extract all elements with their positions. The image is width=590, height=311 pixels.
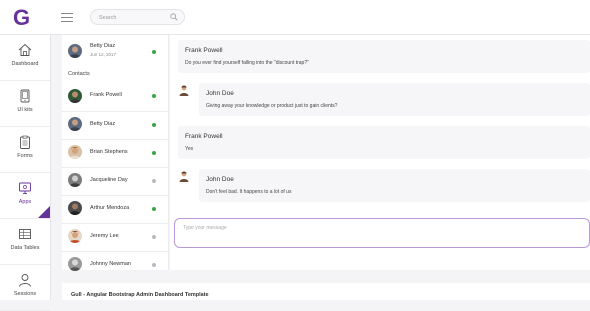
footer-text: Gull - Angular Bootstrap Admin Dashboard… — [71, 292, 209, 298]
search-input[interactable] — [97, 12, 171, 24]
user-date: Jun 12, 2017 — [90, 52, 117, 57]
sidebar-item-apps[interactable]: Apps — [0, 173, 50, 219]
offline-status-dot — [152, 263, 156, 267]
message-text: Giving away your knowledge or product ju… — [206, 103, 338, 109]
sidebar: Dashboard UI kits Forms Apps Data Tables… — [0, 35, 51, 311]
offline-status-dot — [152, 179, 156, 183]
online-status-dot — [152, 94, 156, 98]
contact-item[interactable]: Betty Diaz — [62, 112, 168, 140]
user-icon — [19, 274, 31, 287]
sidebar-item-label: Forms — [17, 153, 33, 159]
logo[interactable]: G — [13, 5, 30, 31]
contact-name: Arthur Mendoza — [90, 205, 130, 211]
message-outgoing: John Doe Giving away your knowledge or p… — [199, 83, 590, 116]
avatar — [68, 173, 82, 187]
computer-icon — [19, 182, 31, 194]
avatar — [68, 117, 82, 131]
avatar — [179, 85, 189, 96]
contact-name: Jacqueline Day — [90, 177, 128, 183]
message-input[interactable] — [181, 222, 485, 234]
contacts-heading: Contacts — [68, 71, 90, 77]
search-icon[interactable] — [170, 13, 178, 21]
message-sender: Frank Powell — [185, 133, 223, 140]
contact-item[interactable]: Arthur Mendoza — [62, 196, 168, 224]
user-name: Betty Diaz — [90, 43, 116, 49]
phone-icon — [20, 89, 30, 103]
online-status-dot — [152, 50, 156, 54]
sidebar-item-label: Apps — [18, 199, 32, 205]
message-sender: John Doe — [206, 176, 234, 183]
contact-item[interactable]: Frank Powell — [62, 83, 168, 111]
sidebar-item-data-tables[interactable]: Data Tables — [0, 219, 50, 265]
avatar — [68, 257, 82, 271]
online-status-dot — [152, 151, 156, 155]
sidebar-item-sessions[interactable]: Sessions — [0, 265, 50, 311]
clipboard-icon — [20, 135, 30, 149]
contact-item[interactable]: Johnny Newman — [62, 252, 168, 280]
contact-name: Johnny Newman — [90, 261, 131, 267]
avatar — [68, 201, 82, 215]
sidebar-item-label: UI kits — [17, 107, 33, 113]
contact-name: Frank Powell — [90, 92, 122, 98]
message-text: Do you ever find yourself falling into t… — [185, 60, 309, 66]
avatar — [68, 44, 82, 58]
avatar — [179, 171, 189, 182]
table-icon — [19, 229, 31, 239]
contact-name: Jeremy Lee — [90, 233, 119, 239]
message-sender: John Doe — [206, 90, 234, 97]
home-icon — [18, 43, 32, 56]
sidebar-item-forms[interactable]: Forms — [0, 127, 50, 173]
sidebar-item-label: Sessions — [13, 291, 37, 297]
sidebar-item-ui-kits[interactable]: UI kits — [0, 81, 50, 127]
message-text: Yes — [185, 146, 194, 152]
contacts-panel: Betty Diaz Jun 12, 2017 Contacts Frank P… — [62, 35, 169, 271]
avatar — [68, 145, 82, 159]
message-composer[interactable] — [174, 218, 590, 248]
contact-name: Brian Stephens — [90, 149, 128, 155]
menu-toggle-icon[interactable] — [61, 13, 73, 22]
online-status-dot — [152, 123, 156, 127]
message-text: Don't feel bad. It happens to a lot of u… — [206, 189, 292, 195]
avatar — [68, 229, 82, 243]
message-sender: Frank Powell — [185, 47, 223, 54]
contact-item[interactable]: Jacqueline Day — [62, 168, 168, 196]
sidebar-item-dashboard[interactable]: Dashboard — [0, 35, 50, 81]
contact-item[interactable]: Jeremy Lee — [62, 224, 168, 252]
message-incoming: Frank Powell Yes — [178, 126, 590, 159]
sidebar-item-label: Dashboard — [11, 61, 39, 67]
offline-status-dot — [152, 235, 156, 239]
contact-name: Betty Diaz — [90, 121, 116, 127]
online-status-dot — [152, 207, 156, 211]
search-box[interactable] — [90, 9, 185, 25]
message-outgoing: John Doe Don't feel bad. It happens to a… — [199, 169, 590, 202]
avatar — [68, 89, 82, 103]
current-chat-user[interactable]: Betty Diaz Jun 12, 2017 — [62, 40, 168, 68]
top-bar: G — [0, 0, 590, 35]
contact-item[interactable]: Brian Stephens — [62, 140, 168, 168]
footer: Gull - Angular Bootstrap Admin Dashboard… — [62, 283, 590, 300]
message-incoming: Frank Powell Do you ever find yourself f… — [178, 40, 590, 73]
active-indicator — [38, 206, 50, 218]
sidebar-item-label: Data Tables — [10, 245, 40, 251]
